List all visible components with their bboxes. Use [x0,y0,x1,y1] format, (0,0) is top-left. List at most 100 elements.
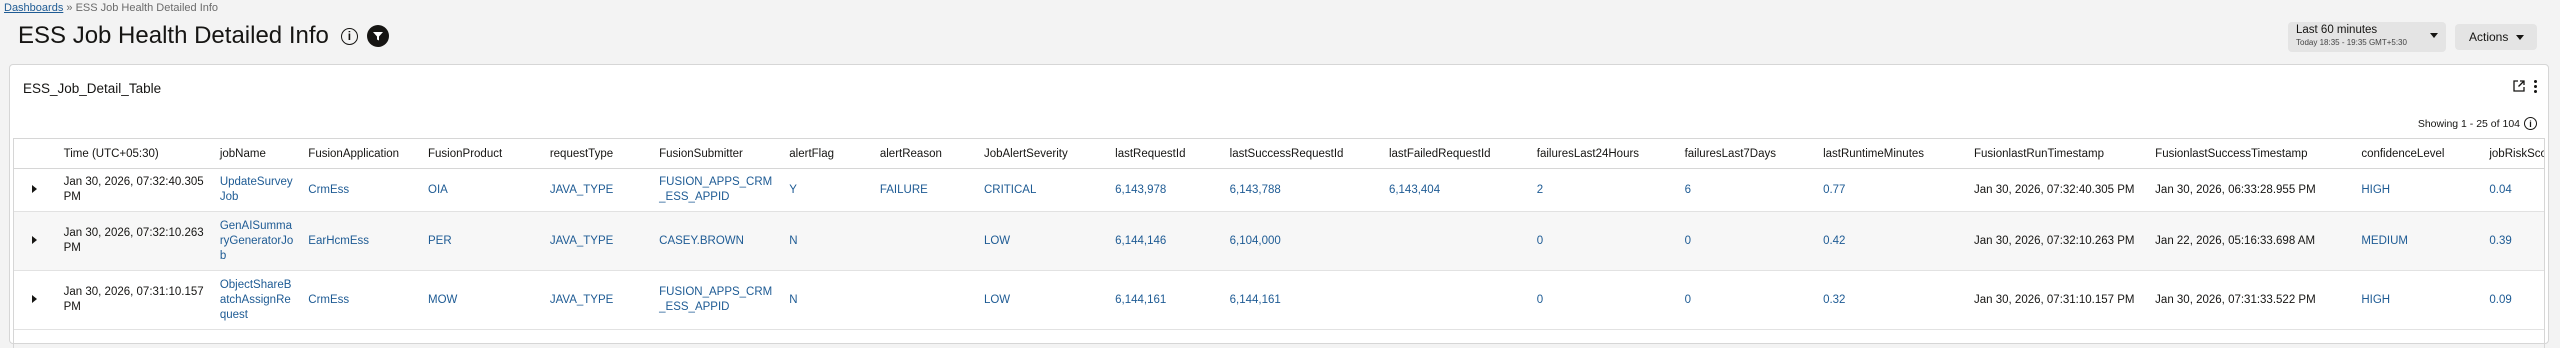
cell-fusion-product[interactable]: MOW [420,270,542,330]
breadcrumb-dashboards-link[interactable]: Dashboards [4,2,63,14]
cell-fusion-application[interactable]: EarHcmEss [300,211,421,271]
filter-icon[interactable] [366,25,389,47]
cell-request-type[interactable]: JAVA_TYPE [541,168,652,212]
column-header[interactable]: Time (UTC+05:30) [55,139,212,169]
column-header[interactable]: lastRuntimeMinutes [1815,139,1967,169]
cell-confidence-level[interactable]: HIGH [2353,270,2482,330]
column-header[interactable]: FusionlastRunTimestamp [1966,139,2148,169]
column-header[interactable]: failuresLast24Hours [1528,139,1677,169]
cell-fusion-submitter[interactable]: CASEY.BROWN [651,211,782,271]
panel-title: ESS_Job_Detail_Table [23,81,162,96]
cell-fusion-application[interactable]: CrmEss [300,168,421,212]
column-header[interactable]: lastRequestId [1107,139,1222,169]
row-expander[interactable] [14,168,56,212]
column-header[interactable]: jobRiskScore [2481,139,2544,169]
table-row[interactable]: Jan 30, 2026, 07:31:10.157 PM ObjectShar… [14,270,2544,330]
cell-last-request-id[interactable]: 6,144,146 [1107,211,1222,271]
cell-last-failed-request-id[interactable]: 6,143,404 [1380,168,1529,212]
page-title: ESS Job Health Detailed Info [18,22,329,49]
cell-request-type[interactable]: JAVA_TYPE [541,211,652,271]
column-header[interactable]: alertReason [871,139,976,169]
cell-jobname[interactable]: ObjectShareBatchAssignRequest [211,270,301,330]
cell-last-request-id[interactable]: 6,144,161 [1107,270,1222,330]
cell-job-alert-severity[interactable]: LOW [975,270,1108,330]
column-header[interactable]: requestType [541,139,652,169]
breadcrumb-current: ESS Job Health Detailed Info [75,2,219,14]
cell-failures-24h[interactable]: 0 [1528,211,1677,271]
cell-last-success-request-id[interactable]: 6,143,788 [1221,168,1381,212]
cell-job-alert-severity[interactable]: CRITICAL [975,168,1108,212]
time-range-sub: Today 18:35 - 19:35 GMT+5:30 [2296,38,2407,47]
column-header[interactable]: FusionProduct [420,139,542,169]
info-icon[interactable]: i [340,27,358,45]
cell-last-success-request-id[interactable]: 6,104,000 [1221,211,1381,271]
cell-fusion-submitter[interactable]: FUSION_APPS_CRM_ESS_APPID [651,270,782,330]
cell-failures-7d[interactable]: 6 [1676,168,1816,212]
cell-failures-7d[interactable]: 0 [1676,270,1816,330]
cell-confidence-level[interactable]: MEDIUM [2353,211,2482,271]
column-header[interactable]: lastFailedRequestId [1380,139,1529,169]
cell-confidence-level[interactable]: HIGH [2353,168,2482,212]
cell-fusion-application[interactable]: CrmEss [300,270,421,330]
cell-time: Jan 30, 2026, 07:32:40.305 PM [55,168,212,212]
cell-alert-reason[interactable]: FAILURE [871,168,976,212]
column-header[interactable]: confidenceLevel [2353,139,2482,169]
chevron-right-icon[interactable] [32,184,38,193]
cell-alert-flag[interactable]: N [781,270,872,330]
cell-alert-flag[interactable]: N [781,211,872,271]
cell-job-alert-severity[interactable]: LOW [975,211,1108,271]
cell-last-runtime[interactable]: 0.42 [1815,211,1967,271]
time-range-picker[interactable]: Last 60 minutes Today 18:35 - 19:35 GMT+… [2288,22,2446,52]
cell-fusion-submitter[interactable]: FUSION_APPS_CRM_ESS_APPID [651,168,782,212]
kebab-icon[interactable] [2534,80,2538,95]
cell-last-success-request-id[interactable]: 6,144,161 [1221,270,1381,330]
column-header[interactable]: JobAlertSeverity [975,139,1108,169]
cell-fusion-product[interactable]: OIA [420,168,542,212]
cell-last-success-timestamp: Jan 30, 2026, 07:31:33.522 PM [2147,270,2354,330]
row-expander[interactable] [14,211,56,271]
cell-last-run-timestamp: Jan 30, 2026, 07:32:40.305 PM [1966,168,2148,212]
table-row[interactable]: Jan 30, 2026, 07:32:40.305 PM UpdateSurv… [14,168,2544,212]
cell-time: Jan 30, 2026, 07:32:10.263 PM [55,211,212,271]
cell-alert-reason[interactable] [871,270,976,330]
cell-time: Jan 30, 2026, 07:31:10.157 PM [55,270,212,330]
chevron-right-icon[interactable] [32,294,38,303]
cell-last-runtime[interactable]: 0.32 [1815,270,1967,330]
time-range-label: Last 60 minutes [2296,24,2378,36]
column-header[interactable]: failuresLast7Days [1676,139,1816,169]
cell-alert-reason[interactable] [871,211,976,271]
cell-last-success-timestamp: Jan 30, 2026, 06:33:28.955 PM [2147,168,2354,212]
pagination-info: Showing 1 - 25 of 104 i [2418,117,2537,130]
breadcrumb: Dashboards » ESS Job Health Detailed Inf… [4,2,218,14]
cell-job-risk-score[interactable]: 0.39 [2481,211,2544,271]
cell-jobname[interactable]: UpdateSurveyJob [211,168,301,212]
cell-last-failed-request-id[interactable] [1380,211,1529,271]
column-header[interactable]: FusionSubmitter [651,139,782,169]
column-header[interactable]: jobName [211,139,301,169]
cell-failures-7d[interactable]: 0 [1676,211,1816,271]
actions-button[interactable]: Actions [2455,24,2537,50]
cell-request-type[interactable]: JAVA_TYPE [541,270,652,330]
cell-job-risk-score[interactable]: 0.09 [2481,270,2544,330]
cell-failures-24h[interactable]: 0 [1528,270,1677,330]
cell-jobname[interactable]: GenAISummaryGeneratorJob [211,211,301,271]
breadcrumb-separator: » [66,2,73,14]
row-expander[interactable] [14,270,56,330]
cell-fusion-product[interactable]: PER [420,211,542,271]
info-icon[interactable]: i [2524,117,2537,130]
column-header[interactable]: FusionApplication [300,139,421,169]
chevron-right-icon[interactable] [32,235,38,244]
cell-last-runtime[interactable]: 0.77 [1815,168,1967,212]
job-detail-table: Time (UTC+05:30) jobName FusionApplicati… [13,138,2545,348]
cell-last-failed-request-id[interactable] [1380,270,1529,330]
cell-failures-24h[interactable]: 2 [1528,168,1677,212]
cell-last-request-id[interactable]: 6,143,978 [1107,168,1222,212]
open-in-new-icon[interactable] [2512,79,2526,98]
column-header[interactable]: lastSuccessRequestId [1221,139,1381,169]
cell-job-risk-score[interactable]: 0.04 [2481,168,2544,212]
chevron-down-icon [2516,34,2525,40]
column-header[interactable]: FusionlastSuccessTimestamp [2147,139,2354,169]
table-row[interactable]: Jan 30, 2026, 07:32:10.263 PM GenAISumma… [14,211,2544,271]
cell-alert-flag[interactable]: Y [781,168,872,212]
column-header[interactable]: alertFlag [781,139,872,169]
